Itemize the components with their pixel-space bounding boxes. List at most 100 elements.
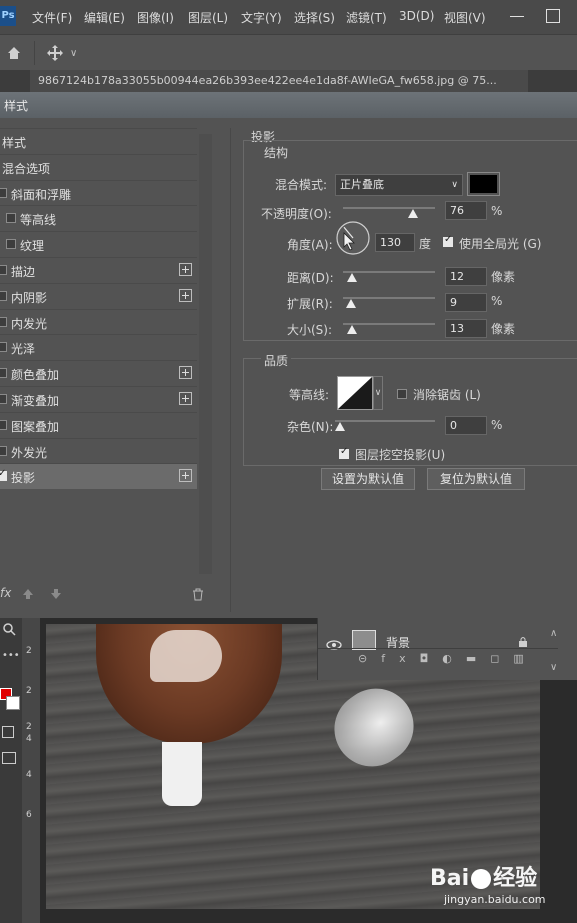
chevron-down-icon[interactable]: ∨ [373,376,383,410]
paw-icon [471,869,492,889]
style-checkbox[interactable] [0,265,7,275]
size-input[interactable]: 13 [445,319,487,338]
style-item[interactable]: 图案叠加 [0,411,197,438]
distance-label: 距离(D): [287,271,334,285]
watermark-url: jingyan.baidu.com [444,893,546,906]
styles-list-scrollbar[interactable] [199,134,212,574]
style-checkbox[interactable] [0,419,7,430]
menu-type[interactable]: 文字(Y) [241,9,282,26]
opacity-input[interactable]: 76 [445,201,487,220]
menu-view[interactable]: 视图(V) [444,9,486,26]
document-tab[interactable]: 9867124b178a33055b00944ea26b393ee422ee4e… [30,70,528,92]
lock-icon [519,637,527,647]
add-style-icon[interactable] [179,392,192,405]
style-item[interactable]: 光泽 [0,334,197,360]
style-checkbox[interactable] [0,368,7,379]
style-checkbox[interactable] [0,342,7,353]
chevron-down-icon[interactable]: ∨ [70,48,77,59]
style-item[interactable]: 内发光 [0,308,197,335]
fx-icon[interactable]: fx [0,586,11,600]
make-default-button[interactable]: 设置为默认值 [321,468,415,490]
knockout-checkbox[interactable]: ✓ [339,446,349,459]
maximize-icon[interactable] [546,9,560,23]
style-label: 光泽 [11,342,36,357]
style-label: 渐变叠加 [11,394,60,408]
menu-layer[interactable]: 图层(L) [188,9,228,26]
global-light-label: 使用全局光 (G) [459,237,542,251]
style-item[interactable]: 描边 [0,257,197,283]
style-item[interactable]: 等高线 [0,205,197,231]
dialog-titlebar[interactable]: 样式 [0,92,577,118]
screen-mode-icon[interactable] [2,752,16,764]
style-label: 颜色叠加 [11,368,60,383]
minimize-icon[interactable] [510,16,524,17]
style-item[interactable]: 外发光 [0,437,197,464]
menu-image[interactable]: 图像(I) [137,9,174,26]
distance-input[interactable]: 12 [445,267,487,286]
zoom-icon[interactable] [2,622,16,636]
background-color-swatch[interactable] [6,696,20,710]
ruler-number: 4 [26,734,32,744]
add-style-icon[interactable] [179,469,192,483]
style-label: 图案叠加 [11,419,60,434]
contour-preview[interactable] [337,376,373,410]
antialias-checkbox[interactable] [397,389,407,399]
menu-3d[interactable]: 3D(D) [399,9,434,23]
style-label: 投影 [11,471,36,486]
distance-slider-thumb[interactable] [347,273,357,282]
style-item[interactable]: 内阴影 [0,282,197,309]
more-tools-icon[interactable]: ••• [2,650,20,661]
menu-select[interactable]: 选择(S) [294,9,335,26]
knockout-label: 图层挖空投影(U) [355,448,446,462]
add-style-icon[interactable] [179,288,192,302]
style-checkbox[interactable] [0,290,7,301]
style-item[interactable]: ✓ 投影 [0,463,197,490]
home-icon[interactable] [6,45,22,61]
shadow-color-swatch[interactable] [467,172,500,196]
style-checkbox[interactable] [0,445,7,456]
style-checkbox[interactable] [0,187,7,198]
style-item[interactable]: 混合选项 [0,153,197,180]
spread-input[interactable]: 9 [445,293,487,312]
global-light-checkbox[interactable]: ✓ [443,234,453,247]
style-checkbox[interactable] [0,394,7,404]
structure-title: 结构 [261,144,292,161]
add-style-icon[interactable] [179,366,192,380]
angle-input[interactable]: 130 [375,233,415,252]
style-checkbox[interactable] [6,213,16,224]
spread-slider-thumb[interactable] [346,299,356,308]
reset-default-button[interactable]: 复位为默认值 [427,468,525,490]
move-icon[interactable] [46,44,64,62]
arrow-up-icon[interactable] [22,588,34,600]
trash-icon[interactable] [192,588,204,601]
style-checkbox[interactable] [0,316,7,327]
quick-mask-icon[interactable] [2,726,14,738]
dialog-title: 样式 [4,99,29,113]
spread-slider-track[interactable] [343,297,435,299]
chevron-down-icon[interactable]: ∨ [550,662,557,673]
noise-input[interactable]: 0 [445,416,487,435]
size-slider-thumb[interactable] [347,325,357,334]
style-item[interactable]: 样式 [0,128,197,154]
blend-mode-select[interactable]: 正片叠底 ∨ [335,174,463,196]
noise-slider-thumb[interactable] [335,422,345,431]
layer-actions-icons[interactable]: ⊝fx◘◐▬◻▥ [358,652,538,665]
menu-filter[interactable]: 滤镜(T) [346,9,387,26]
menu-edit[interactable]: 编辑(E) [84,9,125,26]
style-item[interactable]: 斜面和浮雕 [0,179,197,206]
arrow-down-icon[interactable] [50,588,62,600]
opacity-slider-thumb[interactable] [407,209,418,218]
style-checkbox[interactable] [6,239,16,250]
opacity-slider-track[interactable] [343,207,435,209]
layer-thumbnail[interactable] [352,630,376,650]
style-checkbox[interactable]: ✓ [0,468,7,482]
style-label: 纹理 [20,239,45,254]
style-item[interactable]: 颜色叠加 [0,360,197,386]
chevron-up-icon[interactable]: ∧ [550,628,557,639]
divider [34,41,35,65]
style-item[interactable]: 纹理 [0,231,197,257]
add-style-icon[interactable] [179,263,192,276]
menu-file[interactable]: 文件(F) [32,9,72,26]
style-item[interactable]: 渐变叠加 [0,386,197,412]
noise-slider-track[interactable] [335,420,435,422]
